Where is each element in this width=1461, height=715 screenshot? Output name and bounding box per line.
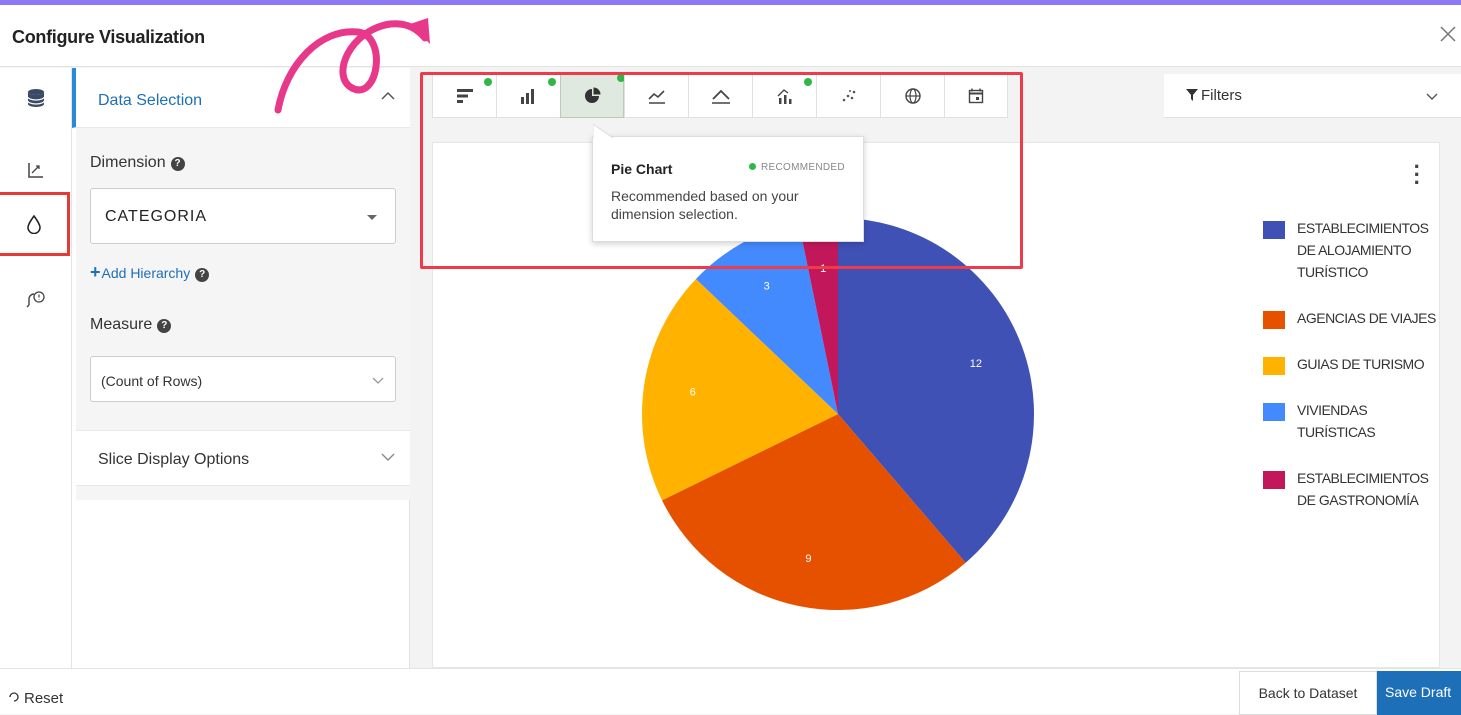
legend-item[interactable]: VIVIENDAS TURÍSTICAS: [1253, 399, 1441, 443]
pie-chart-tab[interactable]: [560, 74, 625, 118]
legend-item[interactable]: AGENCIAS DE VIAJES: [1253, 307, 1441, 329]
measure-label: Measure?: [90, 316, 172, 334]
help-icon: ?: [157, 319, 172, 333]
pie-slice-label: 3: [764, 280, 770, 292]
reset-icon: [9, 692, 19, 702]
combo-chart-icon: [777, 89, 791, 104]
globe-icon: [904, 88, 921, 104]
dimension-value: CATEGORIA: [105, 208, 208, 225]
page-title: Configure Visualization: [12, 27, 205, 47]
more-options-icon[interactable]: · · ·: [1414, 156, 1421, 194]
line-chart-tab[interactable]: [624, 74, 688, 118]
horizontal-bar-tab[interactable]: [432, 74, 496, 118]
column-chart-tab[interactable]: [496, 74, 560, 118]
axis-chart-icon: [28, 163, 43, 178]
chevron-down-icon: [371, 373, 385, 392]
section-label: Data Selection: [98, 92, 203, 109]
tooltip-body: Recommended based on your dimension sele…: [611, 188, 799, 222]
calendar-icon: [968, 88, 984, 104]
reset-button[interactable]: Reset: [8, 690, 63, 707]
area-chart-icon: [711, 89, 730, 104]
chart-card: · · · 12 9 6 3 1 ESTABLECIMIENTOS DE ALOJAMIEN…: [432, 142, 1440, 668]
legend-label: ESTABLECIMIENTOS DE GASTRONOMÍA: [1297, 470, 1429, 508]
pie-slice-label: 1: [820, 263, 826, 275]
map-chart-tab[interactable]: [880, 74, 944, 118]
close-icon[interactable]: [1439, 23, 1457, 49]
chart-legend: ESTABLECIMIENTOS DE ALOJAMIENTO TURÍSTIC…: [1253, 217, 1441, 535]
style-options-button[interactable]: [0, 192, 70, 256]
pie-slice-label: 6: [690, 387, 696, 399]
legend-swatch: [1263, 311, 1285, 329]
calendar-chart-tab[interactable]: [944, 74, 1008, 118]
caret-down-icon: [367, 215, 377, 220]
modal-footer: Reset Back to Dataset Save Draft: [0, 668, 1461, 715]
drop-icon: [26, 214, 41, 234]
add-hierarchy-link[interactable]: +Add Hierarchy?: [90, 262, 210, 283]
recommended-dot: [548, 78, 556, 86]
axis-options-button[interactable]: [0, 140, 72, 200]
save-draft-button[interactable]: Save Draft: [1377, 671, 1461, 715]
measure-value: (Count of Rows): [101, 373, 203, 389]
measure-select[interactable]: (Count of Rows): [90, 356, 396, 402]
dimension-label: Dimension?: [90, 154, 185, 172]
help-icon: ?: [170, 157, 185, 171]
legend-swatch: [1263, 357, 1285, 375]
combo-chart-tab[interactable]: [752, 74, 816, 118]
filter-icon: [1186, 89, 1198, 101]
pie-chart-icon: [585, 87, 601, 103]
legend-item[interactable]: GUIAS DE TURISMO: [1253, 353, 1441, 375]
legend-label: AGENCIAS DE VIAJES: [1297, 310, 1436, 326]
back-to-dataset-button[interactable]: Back to Dataset: [1239, 671, 1377, 715]
legend-swatch: [1263, 471, 1285, 489]
legend-swatch: [1263, 221, 1285, 239]
comment-icon: [26, 291, 45, 308]
legend-label: VIVIENDAS TURÍSTICAS: [1297, 402, 1376, 440]
legend-item[interactable]: ESTABLECIMIENTOS DE ALOJAMIENTO TURÍSTIC…: [1253, 217, 1441, 283]
database-icon: [27, 89, 45, 107]
pie-slice-label: 12: [970, 358, 982, 370]
recommended-dot: [484, 78, 492, 86]
tooltip-title: Pie Chart: [611, 161, 673, 177]
data-selection-header[interactable]: Data Selection: [72, 68, 410, 128]
slice-options-label: Slice Display Options: [98, 451, 250, 468]
recommended-dot: [749, 163, 756, 170]
recommended-badge: RECOMMENDED: [749, 162, 845, 173]
area-chart-tab[interactable]: [688, 74, 752, 118]
chart-type-tooltip: Pie Chart RECOMMENDED Recommended based …: [592, 124, 864, 242]
plus-icon: +: [90, 262, 101, 282]
column-chart-icon: [520, 89, 534, 104]
scatter-chart-tab[interactable]: [816, 74, 880, 118]
scatter-chart-icon: [842, 90, 855, 102]
horizontal-bar-icon: [456, 89, 473, 103]
line-chart-icon: [647, 90, 665, 104]
recommended-dot: [804, 78, 812, 86]
help-icon: ?: [195, 268, 210, 282]
pie-slice-label: 9: [805, 553, 811, 565]
legend-label: GUIAS DE TURISMO: [1297, 356, 1425, 372]
icon-rail: [0, 68, 72, 668]
legend-swatch: [1263, 403, 1285, 421]
legend-item[interactable]: ESTABLECIMIENTOS DE GASTRONOMÍA: [1253, 467, 1441, 511]
modal-header: Configure Visualization: [0, 5, 1461, 67]
filters-toggle[interactable]: Filters: [1164, 74, 1461, 118]
slice-display-options[interactable]: Slice Display Options: [76, 430, 410, 486]
chevron-down-icon: [380, 449, 396, 470]
legend-label: ESTABLECIMIENTOS DE ALOJAMIENTO TURÍSTIC…: [1297, 220, 1429, 280]
config-panel: Data Selection Dimension? CATEGORIA +Add…: [72, 68, 410, 668]
dimension-select[interactable]: CATEGORIA: [90, 188, 396, 244]
chevron-up-icon: [380, 88, 396, 109]
filters-label: Filters: [1186, 87, 1242, 104]
annotations-button[interactable]: [0, 270, 72, 330]
data-source-button[interactable]: [0, 68, 72, 128]
chevron-down-icon: [1425, 89, 1439, 108]
chart-type-tabs: [432, 74, 1008, 118]
